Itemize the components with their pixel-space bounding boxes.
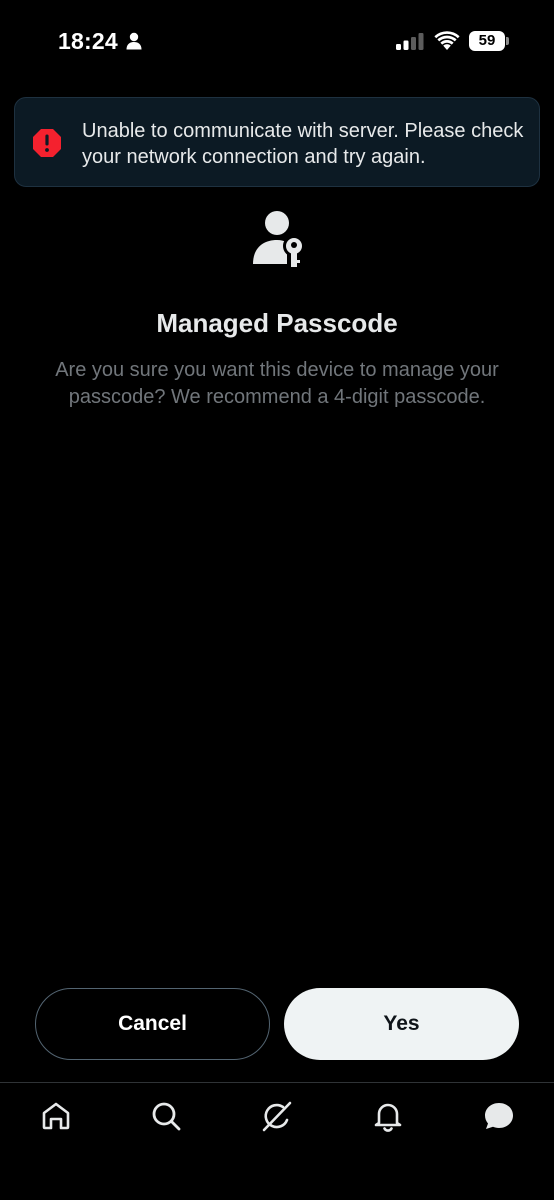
battery-level: 59 xyxy=(469,31,505,51)
home-icon xyxy=(42,1102,70,1130)
status-bar: 18:24 59 xyxy=(0,0,554,84)
error-message: Unable to communicate with server. Pleas… xyxy=(82,120,524,168)
wifi-icon xyxy=(434,31,460,50)
search-icon xyxy=(152,1102,181,1131)
tab-bar-divider xyxy=(0,1082,554,1083)
grok-icon xyxy=(262,1101,292,1132)
network-error-banner: Unable to communicate with server. Pleas… xyxy=(14,97,540,187)
battery-cap xyxy=(506,37,509,45)
page-subtitle: Are you sure you want this device to man… xyxy=(55,359,499,408)
user-key-icon xyxy=(253,211,305,267)
page-title: Managed Passcode xyxy=(156,308,398,338)
status-time: 18:24 xyxy=(58,28,118,54)
tab-messages[interactable] xyxy=(481,1098,517,1134)
alert-octagon-icon xyxy=(33,129,61,157)
tab-notifications[interactable] xyxy=(370,1098,406,1134)
cellular-signal-icon xyxy=(396,33,424,50)
yes-button[interactable]: Yes xyxy=(284,988,519,1060)
person-icon xyxy=(126,32,142,50)
managed-passcode-screen: 18:24 59 Unable to communicate with serv… xyxy=(0,0,554,1200)
tab-search[interactable] xyxy=(148,1098,184,1134)
cancel-button[interactable]: Cancel xyxy=(35,988,270,1060)
tab-home[interactable] xyxy=(38,1098,74,1134)
bell-icon xyxy=(374,1103,402,1132)
messages-icon xyxy=(485,1103,513,1129)
tab-grok[interactable] xyxy=(259,1098,295,1134)
